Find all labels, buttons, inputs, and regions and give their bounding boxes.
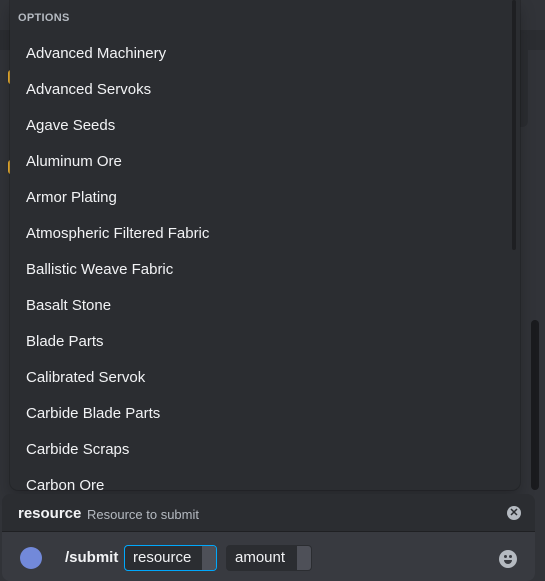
option-item[interactable]: Advanced Servoks: [10, 72, 520, 108]
autocomplete-popup: OPTIONS Advanced Machinery Advanced Serv…: [10, 0, 520, 490]
param-amount-label: amount: [235, 549, 286, 566]
param-tail: [202, 546, 216, 570]
command-input-bar[interactable]: /submit resource amount: [2, 532, 535, 581]
parameter-hint-bar: resource Resource to submit ✕: [2, 494, 535, 532]
option-item[interactable]: Carbide Blade Parts: [10, 396, 520, 432]
popup-header: OPTIONS: [18, 12, 70, 24]
parameter-name: resource: [18, 505, 82, 522]
parameter-description: Resource to submit: [87, 507, 199, 522]
param-resource-label: resource: [133, 549, 192, 566]
emoji-mouth: [504, 560, 512, 564]
param-amount[interactable]: amount: [226, 545, 312, 571]
chat-app: OPTIONS Advanced Machinery Advanced Serv…: [0, 0, 545, 581]
close-icon[interactable]: ✕: [507, 506, 521, 520]
option-item[interactable]: Ballistic Weave Fabric: [10, 252, 520, 288]
option-item[interactable]: Blade Parts: [10, 324, 520, 360]
emoji-icon[interactable]: [499, 550, 517, 568]
options-list: Advanced Machinery Advanced Servoks Agav…: [10, 36, 520, 490]
option-item[interactable]: Armor Plating: [10, 180, 520, 216]
option-item[interactable]: Advanced Machinery: [10, 36, 520, 72]
popup-scrollbar[interactable]: [512, 0, 516, 250]
option-item[interactable]: Agave Seeds: [10, 108, 520, 144]
app-avatar-icon: [20, 547, 42, 569]
option-item[interactable]: Carbon Ore: [10, 468, 520, 490]
option-item[interactable]: Aluminum Ore: [10, 144, 520, 180]
option-item[interactable]: Basalt Stone: [10, 288, 520, 324]
option-item[interactable]: Calibrated Servok: [10, 360, 520, 396]
param-resource[interactable]: resource: [124, 545, 217, 571]
option-item[interactable]: Atmospheric Filtered Fabric: [10, 216, 520, 252]
chat-scrollbar[interactable]: [531, 320, 539, 490]
option-item[interactable]: Carbide Scraps: [10, 432, 520, 468]
param-tail: [297, 546, 311, 570]
command-name: /submit: [65, 549, 119, 566]
